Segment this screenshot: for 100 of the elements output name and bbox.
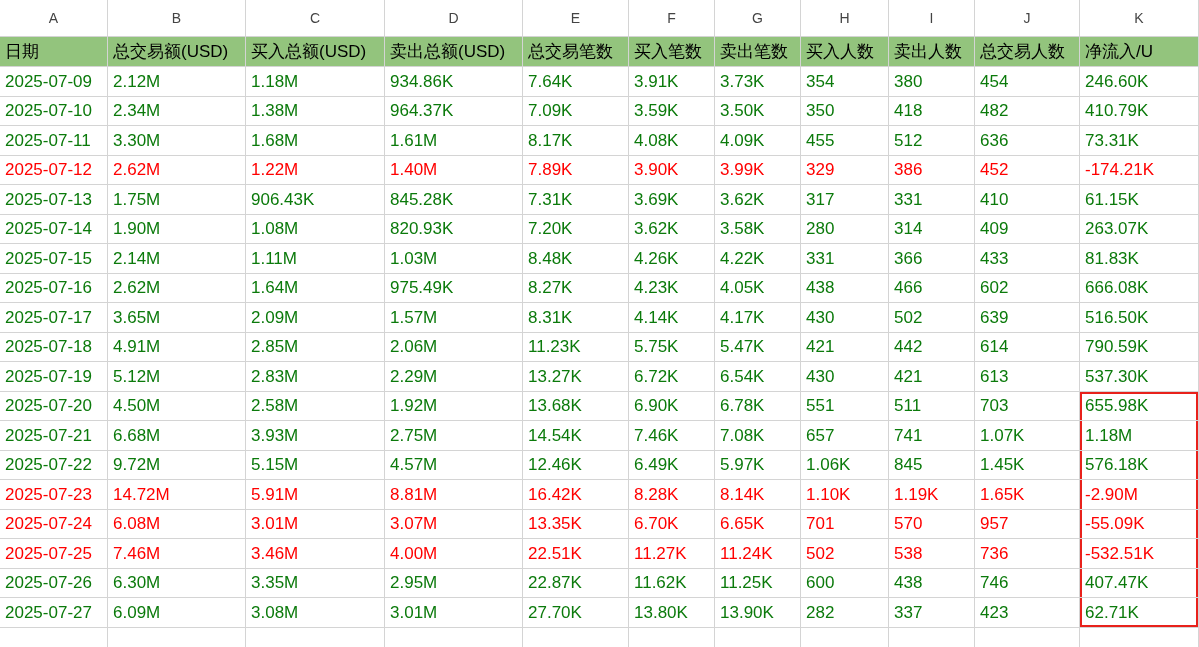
table-cell: 81.83K <box>1080 244 1199 274</box>
table-cell: 314 <box>889 214 975 244</box>
table-cell: 3.65M <box>108 303 246 333</box>
table-cell: 455 <box>801 126 889 156</box>
table-cell: 410.79K <box>1080 96 1199 126</box>
table-cell: 73.31K <box>1080 126 1199 156</box>
table-cell: 430 <box>801 303 889 333</box>
table-cell: 2025-07-09 <box>0 67 108 97</box>
table-cell: 1.45K <box>975 450 1080 480</box>
table-cell: 6.90K <box>629 391 715 421</box>
table-cell: 13.68K <box>523 391 629 421</box>
table-cell: 666.08K <box>1080 273 1199 303</box>
table-cell: 2.75M <box>385 421 523 451</box>
table-cell: 329 <box>801 155 889 185</box>
table-cell: 280 <box>801 214 889 244</box>
header-cell: 卖出笔数 <box>715 37 801 67</box>
table-cell: 407.47K <box>1080 568 1199 598</box>
table-cell: 7.89K <box>523 155 629 185</box>
table-cell: 331 <box>889 185 975 215</box>
table-cell: 2.62M <box>108 155 246 185</box>
header-cell: 买入笔数 <box>629 37 715 67</box>
table-cell: 366 <box>889 244 975 274</box>
table-cell: 452 <box>975 155 1080 185</box>
table-cell: 570 <box>889 509 975 539</box>
table-cell: 6.72K <box>629 362 715 392</box>
table-cell: 2025-07-23 <box>0 480 108 510</box>
header-cell: 卖出人数 <box>889 37 975 67</box>
table-cell: 3.62K <box>629 214 715 244</box>
table-cell: 6.09M <box>108 598 246 628</box>
table-cell: 576.18K <box>1080 450 1199 480</box>
table-cell: 7.31K <box>523 185 629 215</box>
table-cell: 2025-07-14 <box>0 214 108 244</box>
table-cell: 331 <box>801 244 889 274</box>
table-cell: 6.49K <box>629 450 715 480</box>
table-cell: 5.47K <box>715 332 801 362</box>
table-cell: 4.17K <box>715 303 801 333</box>
table-cell: 1.75M <box>108 185 246 215</box>
table-cell: -55.09K <box>1080 509 1199 539</box>
table-cell: 4.57M <box>385 450 523 480</box>
table-cell: 5.97K <box>715 450 801 480</box>
table-cell: 703 <box>975 391 1080 421</box>
table-cell: 8.17K <box>523 126 629 156</box>
table-cell: 7.46K <box>629 421 715 451</box>
table-cell: 1.65K <box>975 480 1080 510</box>
table-cell: 13.35K <box>523 509 629 539</box>
table-cell: 1.22M <box>246 155 385 185</box>
table-cell: 3.99K <box>715 155 801 185</box>
table-cell: 6.30M <box>108 568 246 598</box>
table-cell: 1.19K <box>889 480 975 510</box>
table-cell: 430 <box>801 362 889 392</box>
table-cell: 3.46M <box>246 539 385 569</box>
table-cell: 1.03M <box>385 244 523 274</box>
table-cell: 4.91M <box>108 332 246 362</box>
table-cell: 2025-07-13 <box>0 185 108 215</box>
table-cell: 4.22K <box>715 244 801 274</box>
table-cell: 386 <box>889 155 975 185</box>
table-cell: 7.46M <box>108 539 246 569</box>
table-cell: 466 <box>889 273 975 303</box>
table-cell: 741 <box>889 421 975 451</box>
table-cell: 600 <box>801 568 889 598</box>
table-cell: 61.15K <box>1080 185 1199 215</box>
table-cell: 3.93M <box>246 421 385 451</box>
table-cell: 3.58K <box>715 214 801 244</box>
header-cell: 净流入/U <box>1080 37 1199 67</box>
table-cell: 746 <box>975 568 1080 598</box>
table-cell: 4.14K <box>629 303 715 333</box>
table-cell: 502 <box>889 303 975 333</box>
table-cell: 3.30M <box>108 126 246 156</box>
table-cell: 380 <box>889 67 975 97</box>
table-cell: 1.57M <box>385 303 523 333</box>
table-cell: 2.14M <box>108 244 246 274</box>
table-cell: 4.50M <box>108 391 246 421</box>
table-cell: 1.07K <box>975 421 1080 451</box>
table-cell: 639 <box>975 303 1080 333</box>
header-cell: 买入人数 <box>801 37 889 67</box>
table-cell: 636 <box>975 126 1080 156</box>
table-cell: 6.78K <box>715 391 801 421</box>
table-cell: 4.00M <box>385 539 523 569</box>
table-cell: 1.18M <box>1080 421 1199 451</box>
table-cell: 2025-07-25 <box>0 539 108 569</box>
table-cell: 8.14K <box>715 480 801 510</box>
table-cell: 2025-07-24 <box>0 509 108 539</box>
table-cell: 8.31K <box>523 303 629 333</box>
table-cell: 2025-07-11 <box>0 126 108 156</box>
table-cell: 2.83M <box>246 362 385 392</box>
table-cell: 6.08M <box>108 509 246 539</box>
table-cell: 2025-07-17 <box>0 303 108 333</box>
header-cell: 总交易笔数 <box>523 37 629 67</box>
table-cell: 442 <box>889 332 975 362</box>
table-cell: 1.68M <box>246 126 385 156</box>
table-cell: 511 <box>889 391 975 421</box>
table-cell: 2025-07-20 <box>0 391 108 421</box>
table-cell: 512 <box>889 126 975 156</box>
table-cell: 418 <box>889 96 975 126</box>
table-cell: 3.69K <box>629 185 715 215</box>
table-cell: 5.75K <box>629 332 715 362</box>
table-cell: -532.51K <box>1080 539 1199 569</box>
table-cell: 1.92M <box>385 391 523 421</box>
table-cell: 337 <box>889 598 975 628</box>
table-cell: 2.85M <box>246 332 385 362</box>
